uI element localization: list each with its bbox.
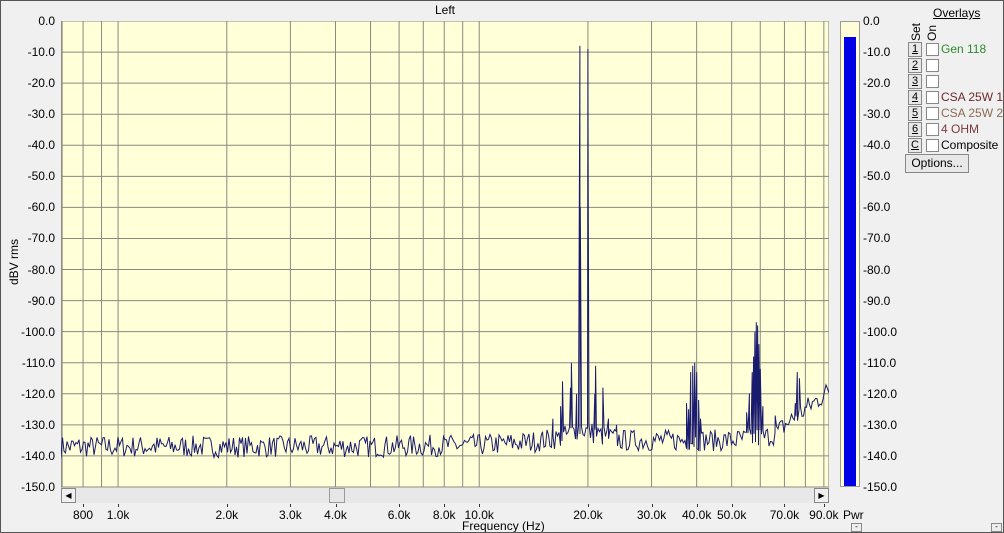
overlay-set-button[interactable]: 6: [908, 122, 922, 137]
x-tick-label: 40.0k: [681, 508, 712, 522]
x-tick-label: 4.0k: [324, 508, 347, 522]
y-tick-label: -60.0: [27, 200, 55, 215]
x-tick-label: 8.0k: [432, 508, 456, 522]
x-tick-label: 20.0k: [573, 508, 603, 522]
overlay-set-button[interactable]: C: [908, 138, 922, 153]
scroll-right-button[interactable]: ▶: [814, 488, 829, 503]
overlays-title: Overlays: [933, 6, 981, 20]
x-tick-mark: [335, 504, 337, 507]
x-tick-mark: [696, 504, 698, 507]
y-tick-label: -10.0: [27, 45, 55, 60]
x-tick-label: 2.0k: [215, 508, 239, 522]
x-tick-label: 90.0k: [809, 508, 839, 522]
x-tick-mark: [399, 504, 401, 507]
meter-tick-label: -80.0: [863, 262, 891, 277]
overlay-set-button[interactable]: 1: [908, 42, 922, 57]
x-tick-mark: [83, 504, 85, 507]
chart-title: Left: [434, 3, 455, 17]
x-tick-label: 30.0k: [636, 508, 667, 522]
x-tick-label: 1.0k: [106, 508, 130, 522]
y-tick-label: -30.0: [27, 107, 55, 122]
y-tick-label: -80.0: [27, 262, 55, 277]
overlay-label: Gen 118: [941, 42, 987, 56]
power-meter: [840, 21, 860, 487]
x-tick-label: 50.0k: [716, 508, 747, 522]
options-button[interactable]: Options...: [905, 154, 969, 173]
meter-label: Pwr: [843, 508, 864, 522]
spectrum-plot[interactable]: [61, 21, 829, 488]
overlay-on-checkbox[interactable]: [926, 91, 939, 104]
meter-tick-label: -120.0: [863, 386, 898, 401]
meter-minimize-button[interactable]: -: [851, 523, 862, 532]
y-tick-label: -140.0: [20, 448, 55, 463]
x-axis-label: Frequency (Hz): [462, 519, 545, 533]
y-tick-label: -50.0: [27, 169, 55, 184]
x-tick-label: 800: [73, 508, 94, 522]
x-tick-mark: [118, 504, 120, 507]
y-tick-label: -150.0: [20, 480, 55, 494]
analyzer-window: Left dBV rms 0.0 -10.0 -20.0 -30.0 -40.0 -50.…: [0, 0, 1004, 533]
x-tick-mark: [479, 504, 481, 507]
on-header: On: [925, 24, 939, 41]
x-tick-label: 6.0k: [387, 508, 411, 522]
x-tick-mark: [444, 504, 446, 507]
x-tick-mark: [587, 504, 589, 507]
y-tick-label: -120.0: [20, 386, 55, 401]
y-tick-label: -20.0: [27, 76, 55, 91]
overlay-on-checkbox[interactable]: [926, 43, 939, 56]
x-tick-mark: [651, 504, 653, 507]
y-tick-label: -100.0: [20, 324, 55, 339]
frequency-scrollbar[interactable]: ◀ ▶: [61, 488, 829, 503]
meter-tick-label: 0.0: [863, 14, 880, 28]
meter-tick-label: -20.0: [863, 76, 891, 91]
meter-tick-label: -130.0: [863, 417, 898, 432]
meter-tick-label: -50.0: [863, 169, 891, 184]
overlay-on-checkbox[interactable]: [926, 59, 939, 72]
y-tick-label: -110.0: [21, 355, 55, 370]
y-tick-label: -90.0: [27, 293, 55, 308]
overlay-label: CSA 25W 1: [941, 90, 1004, 104]
meter-tick-label: -110.0: [863, 355, 897, 370]
meter-tick-label: -140.0: [863, 448, 898, 463]
meter-tick-label: -90.0: [863, 293, 891, 308]
scroll-thumb[interactable]: [329, 488, 346, 503]
x-tick-label: 70.0k: [769, 508, 800, 522]
overlay-on-checkbox[interactable]: [926, 75, 939, 88]
set-header: Set: [909, 22, 923, 41]
meter-tick-label: -150.0: [863, 480, 898, 494]
overlay-set-button[interactable]: 2: [908, 58, 922, 73]
x-tick-mark: [823, 504, 825, 507]
overlay-on-checkbox[interactable]: [926, 123, 939, 136]
x-tick-mark: [290, 504, 292, 507]
x-tick-mark: [731, 504, 733, 507]
x-tick-label: 3.0k: [279, 508, 302, 522]
y-tick-label: 0.0: [38, 14, 55, 28]
scroll-left-button[interactable]: ◀: [61, 488, 76, 503]
meter-tick-label: -60.0: [863, 200, 891, 215]
meter-tick-label: -40.0: [863, 138, 891, 153]
panel-minimize-button[interactable]: -: [991, 523, 1002, 532]
x-tick-mark: [226, 504, 228, 507]
overlay-set-button[interactable]: 3: [908, 74, 922, 89]
overlay-set-button[interactable]: 5: [908, 106, 922, 121]
overlay-on-checkbox[interactable]: [926, 139, 939, 152]
x-tick-mark: [784, 504, 786, 507]
overlay-on-checkbox[interactable]: [926, 107, 939, 120]
meter-tick-label: -30.0: [863, 107, 891, 122]
plot-background: [61, 21, 829, 488]
y-tick-label: -70.0: [27, 231, 55, 246]
overlay-label: CSA 25W 2: [941, 106, 1004, 120]
overlay-set-button[interactable]: 4: [908, 90, 922, 105]
meter-tick-label: -100.0: [863, 324, 898, 339]
meter-tick-label: -10.0: [863, 45, 891, 60]
meter-tick-label: -70.0: [863, 231, 891, 246]
power-meter-fill: [844, 37, 856, 486]
y-tick-label: -130.0: [20, 417, 55, 432]
overlay-label: 4 OHM: [941, 122, 980, 136]
overlay-label: Composite: [941, 138, 999, 152]
y-tick-label: -40.0: [27, 138, 55, 153]
